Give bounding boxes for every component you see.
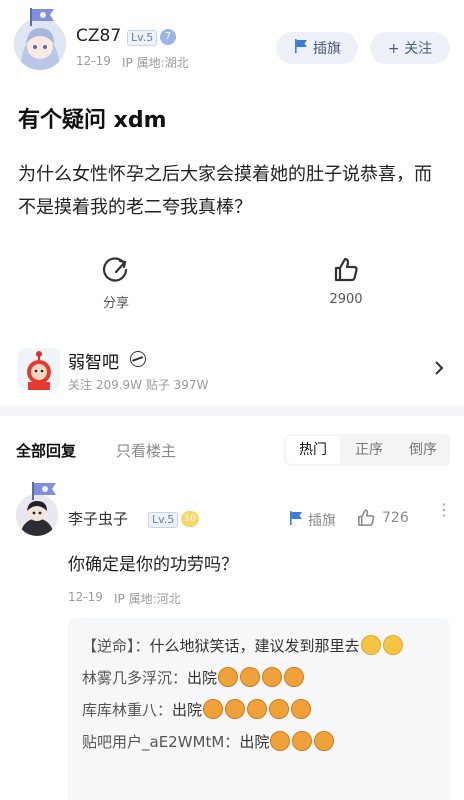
angry-emoji-icon xyxy=(292,730,313,751)
sub-reply-author[interactable]: 【逆命】： xyxy=(82,637,150,655)
angry-emoji-icon xyxy=(291,698,312,719)
follow-button[interactable]: + 关注 xyxy=(370,32,450,64)
reply-rank-icon: 10 xyxy=(181,511,199,527)
author-name[interactable]: CZ87 xyxy=(76,26,121,46)
share-label: 分享 xyxy=(102,296,129,311)
sub-reply-text: 出院 xyxy=(187,669,218,687)
angry-emoji-icon xyxy=(203,698,224,719)
sub-reply-author[interactable]: 林雾几多浮沉： xyxy=(82,669,187,687)
post-body: 为什么女性怀孕之后大家会摸着她的肚子说恭喜，而不是摸着我的老二夸我真棒？ xyxy=(18,164,432,218)
post-date: 12-19 xyxy=(76,54,111,68)
reply-ip: IP 属地:河北 xyxy=(114,592,181,606)
smile-emoji-icon xyxy=(382,634,403,655)
sub-reply-author[interactable]: 库库林重八： xyxy=(82,701,172,719)
angry-emoji-icon xyxy=(225,698,246,719)
flag-button-label: 插旗 xyxy=(313,41,341,57)
reply-tabs: 全部回复 只看楼主 热门 正序 倒序 xyxy=(0,430,464,470)
chevron-right-icon xyxy=(434,360,444,380)
reply-flag-icon[interactable] xyxy=(288,510,304,530)
reply-author[interactable]: 李子虫子 xyxy=(68,508,128,529)
sub-reply[interactable]: 林雾几多浮沉：出院 xyxy=(82,662,436,694)
achievement-flag-icon xyxy=(28,6,58,28)
sub-reply-text: 出院 xyxy=(172,701,203,719)
thumbs-up-icon xyxy=(332,257,360,288)
post-title: 有个疑问 xdm xyxy=(18,108,167,133)
reply-level-badge: Lv.5 xyxy=(148,512,179,528)
sub-reply-text: 出院 xyxy=(239,733,270,751)
reply-like-count: 726 xyxy=(382,510,409,526)
tab-all-replies[interactable]: 全部回复 xyxy=(16,440,76,461)
reply-text: 你确定是你的功劳吗？ xyxy=(68,555,238,575)
forum-badge-icon xyxy=(130,351,146,367)
post-header: CZ87 Lv.5 7 12-19 IP 属地:湖北 插旗 + 关注 xyxy=(0,0,464,90)
smile-emoji-icon xyxy=(360,634,381,655)
share-icon xyxy=(102,257,130,288)
angry-emoji-icon xyxy=(262,666,283,687)
angry-emoji-icon xyxy=(240,666,261,687)
sub-reply[interactable]: 【逆命】：什么地狱笑话，建议发到那里去 xyxy=(82,630,436,662)
sort-asc[interactable]: 正序 xyxy=(342,434,396,466)
flag-button[interactable]: 插旗 xyxy=(276,32,358,64)
flag-icon xyxy=(293,38,309,58)
section-divider xyxy=(0,406,464,416)
sub-reply-text: 什么地狱笑话，建议发到那里去 xyxy=(149,637,360,655)
sort-group: 热门 正序 倒序 xyxy=(284,434,450,466)
reply-item: 李子虫子 Lv.5 10 插旗 726 ⋮ 你确定是你的功劳吗？ 12-19 I… xyxy=(0,478,464,800)
sub-reply[interactable]: 库库林重八：出院 xyxy=(82,694,436,726)
reply-flag-badge-icon xyxy=(30,480,60,502)
post-ip: IP 属地:湖北 xyxy=(122,56,189,70)
angry-emoji-icon xyxy=(314,730,335,751)
more-options-icon[interactable]: ⋮ xyxy=(436,502,452,518)
forum-name: 弱智吧 xyxy=(68,353,119,373)
sub-reply[interactable]: 贴吧用户_aE2WMtM：出院 xyxy=(82,726,436,758)
sort-desc[interactable]: 倒序 xyxy=(396,434,450,466)
like-action[interactable]: 2900 xyxy=(306,256,386,307)
angry-emoji-icon xyxy=(218,666,239,687)
share-action[interactable]: 分享 xyxy=(76,256,156,311)
tab-op-only[interactable]: 只看楼主 xyxy=(116,440,176,461)
angry-emoji-icon xyxy=(270,730,291,751)
angry-emoji-icon xyxy=(247,698,268,719)
verified-icon: 7 xyxy=(160,29,176,45)
forum-stats: 关注 209.9W 贴子 397W xyxy=(68,378,209,392)
angry-emoji-icon xyxy=(269,698,290,719)
forum-avatar xyxy=(18,348,60,390)
sub-reply-author[interactable]: 贴吧用户_aE2WMtM： xyxy=(82,733,239,751)
level-badge: Lv.5 xyxy=(127,30,158,46)
sub-replies: 【逆命】：什么地狱笑话，建议发到那里去 林雾几多浮沉：出院 库库林重八：出院 贴… xyxy=(68,618,450,800)
sort-hot[interactable]: 热门 xyxy=(286,436,340,464)
reply-date: 12-19 xyxy=(68,590,103,604)
like-count: 2900 xyxy=(329,292,363,307)
angry-emoji-icon xyxy=(284,666,305,687)
forum-card[interactable]: 弱智吧 关注 209.9W 贴子 397W xyxy=(0,336,464,402)
reply-flag-label[interactable]: 插旗 xyxy=(308,510,336,530)
reply-like-icon[interactable] xyxy=(356,508,376,532)
